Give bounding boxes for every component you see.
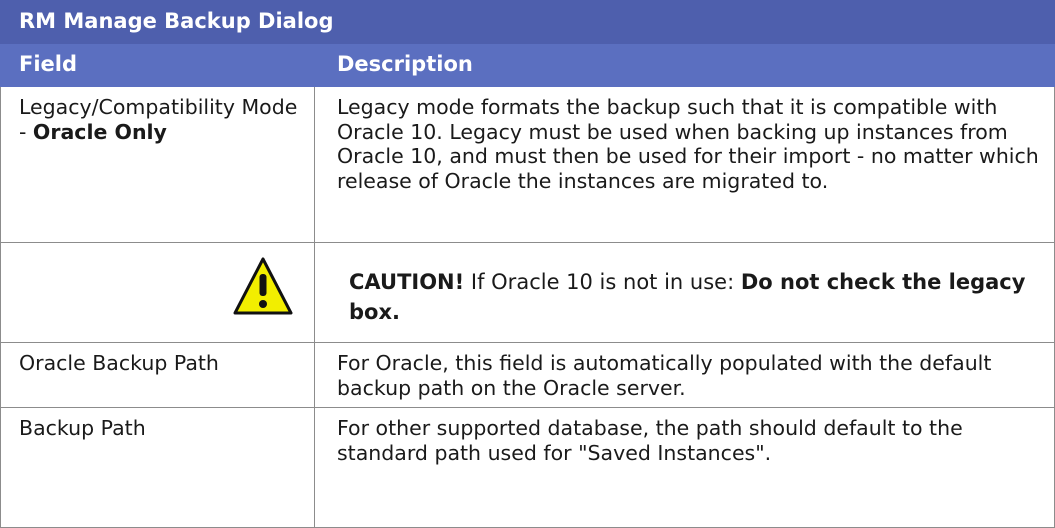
field-cell: Legacy/Compatibility Mode - Oracle Only [0, 86, 315, 243]
field-cell: Backup Path [0, 407, 315, 528]
warning-triangle-icon [232, 256, 294, 322]
table-row: Backup Path For other supported database… [0, 407, 1055, 528]
caution-row: CAUTION! If Oracle 10 is not in use: Do … [0, 242, 1055, 343]
field-label-emphasis: Oracle Only [32, 119, 167, 144]
table-row: Legacy/Compatibility Mode - Oracle Only … [0, 86, 1055, 243]
caution-icon-cell [0, 242, 315, 343]
table-title: RM Manage Backup Dialog [0, 0, 1055, 44]
caution-text: If Oracle 10 is not in use: [464, 270, 741, 294]
field-cell: Oracle Backup Path [0, 342, 315, 408]
description-cell: Legacy mode formats the backup such that… [314, 86, 1055, 243]
caution-text-cell: CAUTION! If Oracle 10 is not in use: Do … [314, 242, 1055, 343]
column-header-field: Field [0, 43, 315, 87]
backup-dialog-table: RM Manage Backup Dialog Field Descriptio… [0, 0, 1055, 528]
description-cell: For other supported database, the path s… [314, 407, 1055, 528]
caution-label: CAUTION! [349, 270, 465, 294]
column-header-description: Description [314, 43, 1055, 87]
table-row: Oracle Backup Path For Oracle, this fiel… [0, 342, 1055, 408]
description-cell: For Oracle, this field is automatically … [314, 342, 1055, 408]
